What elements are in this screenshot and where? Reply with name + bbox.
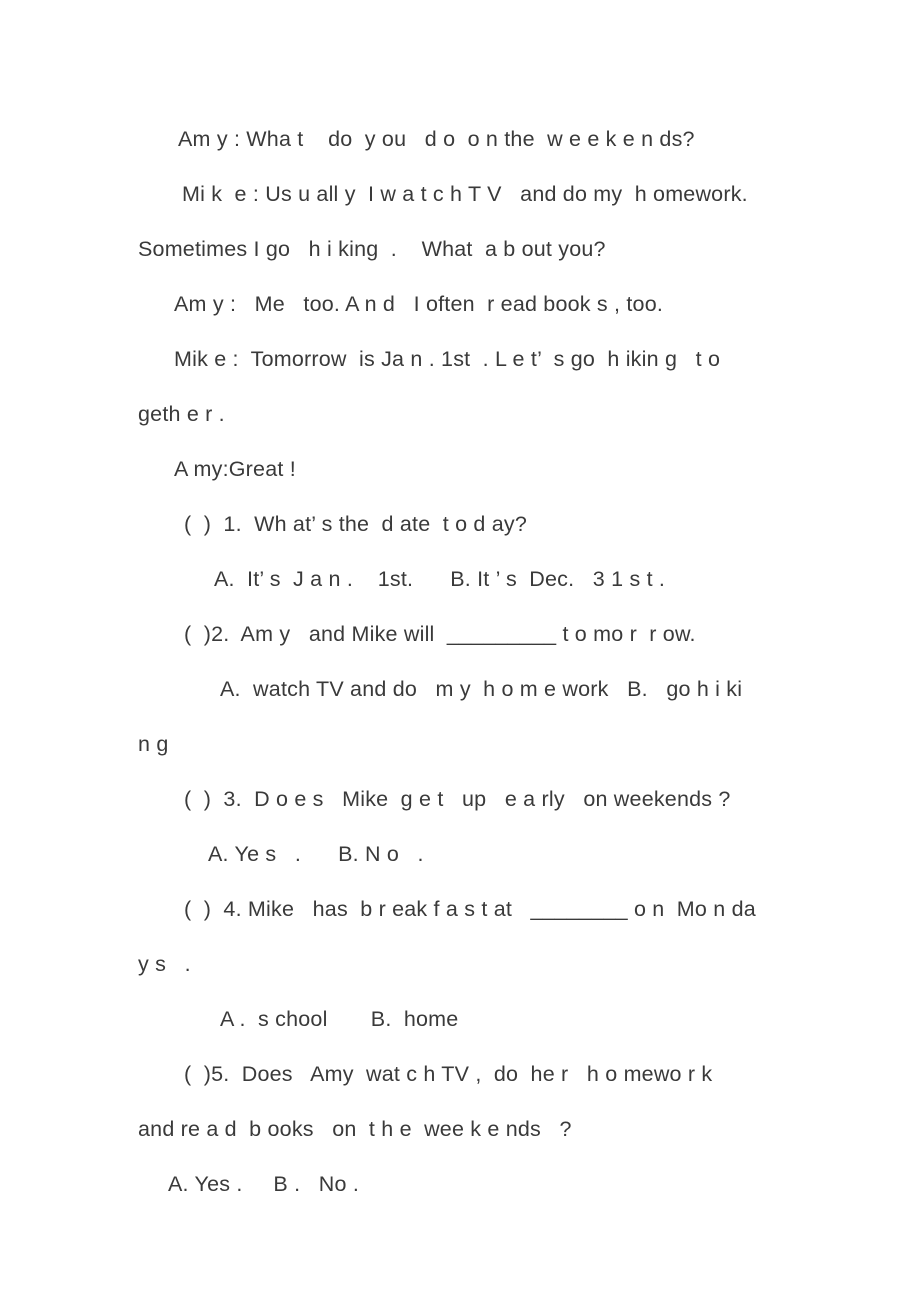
question-1-options: A. It’ s J a n . 1st. B. It ’ s Dec. 3 1… <box>214 567 666 591</box>
question-3-options: A. Ye s . B. N o . <box>208 842 424 866</box>
question-4-stem: ( ) 4. Mike has b r eak f a s t at _____… <box>184 897 756 921</box>
question-5-stem: ( )5. Does Amy wat c h TV , do he r h o … <box>184 1062 713 1086</box>
question-5-options: A. Yes . B . No . <box>168 1172 360 1196</box>
document-page: Am y : Wha t do y ou d o o n the w e e k… <box>0 0 920 1302</box>
dialogue-line-amy-2: Am y : Me too. A n d I often r ead book … <box>174 292 664 316</box>
question-4-options: A . s chool B. home <box>220 1007 459 1031</box>
question-3-stem: ( ) 3. D o e s Mike g e t up e a rly on … <box>184 787 731 811</box>
question-2-options-cont: n g <box>138 732 169 756</box>
dialogue-line-amy-1: Am y : Wha t do y ou d o o n the w e e k… <box>178 127 695 151</box>
question-2-stem: ( )2. Am y and Mike will _________ t o m… <box>184 622 696 646</box>
dialogue-line-mike-1: Mi k e : Us u all y I w a t c h T V and … <box>182 182 748 206</box>
dialogue-line-mike-2: Mik e : Tomorrow is Ja n . 1st . L e t’ … <box>174 347 721 371</box>
question-4-stem-cont: y s . <box>138 952 191 976</box>
dialogue-line-mike-2-cont: geth e r . <box>138 402 225 426</box>
question-5-stem-cont: and re a d b ooks on t h e wee k e nds ? <box>138 1117 572 1141</box>
worksheet-text-body: Am y : Wha t do y ou d o o n the w e e k… <box>138 112 798 1212</box>
question-2-options: A. watch TV and do m y h o m e work B. g… <box>220 677 743 701</box>
dialogue-line-mike-1-cont: Sometimes I go h i king . What a b out y… <box>138 237 606 261</box>
question-1-stem: ( ) 1. Wh at’ s the d ate t o d ay? <box>184 512 527 536</box>
dialogue-line-amy-3: A my:Great ! <box>174 457 296 481</box>
